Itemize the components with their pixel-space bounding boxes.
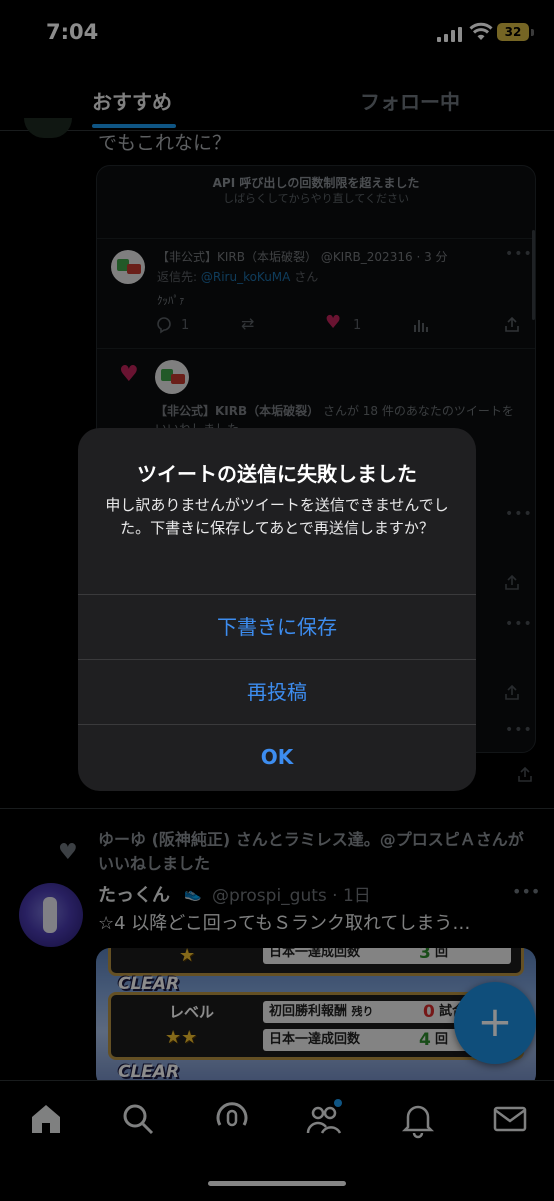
dialog-title: ツイートの送信に失敗しました <box>137 462 417 486</box>
repost-button[interactable]: 再投稿 <box>78 660 476 724</box>
save-draft-button[interactable]: 下書きに保存 <box>78 595 476 659</box>
send-failed-dialog: ツイートの送信に失敗しました 申し訳ありませんがツイートを送信できませんでした。… <box>78 428 476 791</box>
ok-button[interactable]: OK <box>78 725 476 789</box>
dialog-message: 申し訳ありませんがツイートを送信できませんでした。下書きに保存してあとで再送信し… <box>105 496 449 537</box>
